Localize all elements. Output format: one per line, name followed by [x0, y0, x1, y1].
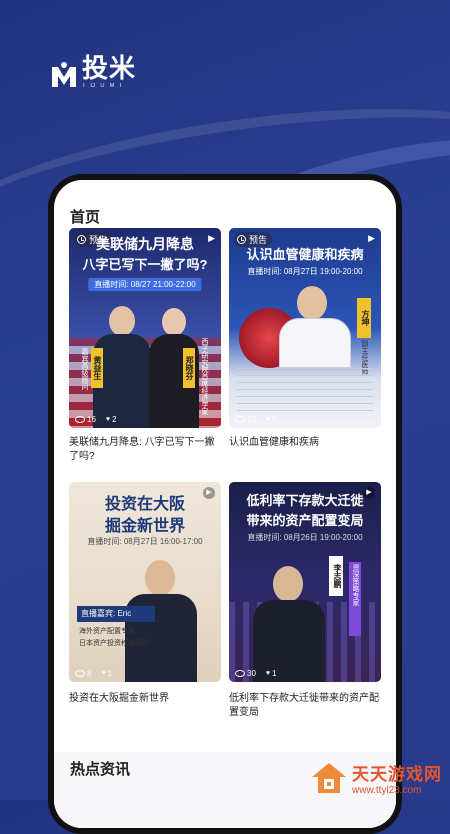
card-stats: 10 ♥ 0 — [235, 415, 277, 424]
view-count: 10 — [247, 415, 256, 424]
live-time: 直播时间: 08月26日 19:00-20:00 — [247, 533, 363, 542]
brand-name: 投米 — [82, 53, 137, 83]
speaker-name: 郑晓芬 — [183, 348, 195, 388]
card-stats: 30 ♥ 1 — [235, 669, 277, 678]
play-icon: ▶ — [368, 233, 375, 243]
headline-line-1: 低利率下存款大迁徙 — [246, 493, 364, 508]
speaker-role: 资深策略专家 — [349, 562, 361, 636]
video-thumbnail[interactable]: ▶ 投资在大阪 掘金新世界 直播时间: 08月27日 16:00-17:00 直… — [69, 482, 221, 682]
guest-label: 直播嘉宾: Eric — [77, 606, 155, 622]
headline: 认识血管健康和疾病 — [246, 247, 364, 262]
speaker-role: 西子研究院首席经济学家 — [201, 338, 208, 415]
brand-logo: 投米 TOUMI — [50, 55, 136, 89]
phone-screen: 首页 预告 ▶ 美联储九月降息 八字已写下一撇了吗? 直播时间: 08/27 2… — [54, 180, 396, 828]
hot-news-title[interactable]: 热点资讯 — [70, 758, 130, 779]
live-time: 直播时间: 08月27日 16:00-17:00 — [87, 537, 203, 546]
video-thumbnail[interactable]: 预告 ▶ 美联储九月降息 八字已写下一撇了吗? 直播时间: 08/27 21:0… — [69, 228, 221, 428]
heart-icon: ♥ — [105, 416, 111, 423]
like-count: 2 — [112, 415, 117, 424]
watermark: 天天游戏网 www.ttyl23.com — [310, 760, 442, 796]
video-thumbnail[interactable]: ▶ 低利率下存款大迁徙 带来的资产配置变局 直播时间: 08月26日 19:00… — [229, 482, 381, 682]
heart-icon: ♥ — [265, 416, 271, 423]
live-time: 直播时间: 08月27日 19:00-20:00 — [247, 267, 363, 276]
like-count: 1 — [272, 669, 277, 678]
phone-frame: 首页 预告 ▶ 美联储九月降息 八字已写下一撇了吗? 直播时间: 08/27 2… — [48, 174, 402, 834]
guest-role: 日本资产投资权威顾问 — [79, 640, 149, 647]
intro-text-block — [237, 368, 373, 412]
view-count: 16 — [87, 415, 96, 424]
toumi-logo-icon — [52, 62, 76, 87]
speaker-role: 嘉宾高级顾问 — [81, 348, 88, 390]
watermark-logo-icon — [312, 763, 346, 793]
like-count: 1 — [107, 669, 113, 678]
heart-icon: ♥ — [101, 670, 106, 677]
card-stats: 16 ♥ 2 — [75, 415, 117, 424]
card-title[interactable]: 美联储九月降息: 八字已写下一撇了吗? — [69, 436, 221, 464]
speaker-name: 方坤 — [357, 298, 371, 338]
speaker-name: 李志鹏 — [329, 556, 343, 596]
heart-icon: ♥ — [265, 670, 271, 677]
page-title: 首页 — [70, 209, 101, 226]
video-card[interactable]: ▶ 低利率下存款大迁徙 带来的资产配置变局 直播时间: 08月26日 19:00… — [229, 482, 381, 720]
live-time: 直播时间: 08/27 21:00-22:00 — [88, 278, 202, 291]
headline-line-1: 美联储九月降息 — [96, 236, 194, 252]
view-count: 30 — [247, 669, 256, 678]
headline-line-1: 投资在大阪 — [104, 496, 185, 513]
video-thumbnail[interactable]: 预告 ▶ 认识血管健康和疾病 直播时间: 08月27日 19:00-20:00 … — [229, 228, 381, 428]
clock-icon — [237, 235, 246, 244]
speaker-name: 黄益生 — [91, 348, 103, 388]
eye-icon — [235, 416, 245, 423]
card-title[interactable]: 低利率下存款大迁徙带来的资产配置变局 — [229, 692, 381, 720]
like-count: 0 — [272, 415, 277, 424]
eye-icon — [75, 416, 85, 423]
eye-icon — [235, 670, 245, 677]
view-count: 8 — [87, 669, 92, 678]
video-card[interactable]: 预告 ▶ 美联储九月降息 八字已写下一撇了吗? 直播时间: 08/27 21:0… — [69, 228, 221, 464]
card-title[interactable]: 投资在大阪掘金新世界 — [69, 692, 221, 706]
video-card[interactable]: 预告 ▶ 认识血管健康和疾病 直播时间: 08月27日 19:00-20:00 … — [229, 228, 381, 450]
brand-name-en: TOUMI — [82, 83, 127, 89]
guest-role: 海外资产配置专家 — [79, 628, 135, 635]
headline-line-2: 八字已写下一撇了吗? — [82, 257, 208, 272]
watermark-url: www.ttyl23.com — [352, 785, 422, 796]
card-title[interactable]: 认识血管健康和疾病 — [229, 436, 381, 450]
video-card[interactable]: ▶ 投资在大阪 掘金新世界 直播时间: 08月27日 16:00-17:00 直… — [69, 482, 221, 706]
eye-icon — [75, 670, 85, 677]
watermark-name: 天天游戏网 — [352, 765, 442, 784]
headline-line-2: 带来的资产配置变局 — [246, 513, 364, 528]
headline-line-2: 掘金新世界 — [104, 518, 185, 535]
card-stats: 8 ♥ 1 — [75, 669, 112, 678]
